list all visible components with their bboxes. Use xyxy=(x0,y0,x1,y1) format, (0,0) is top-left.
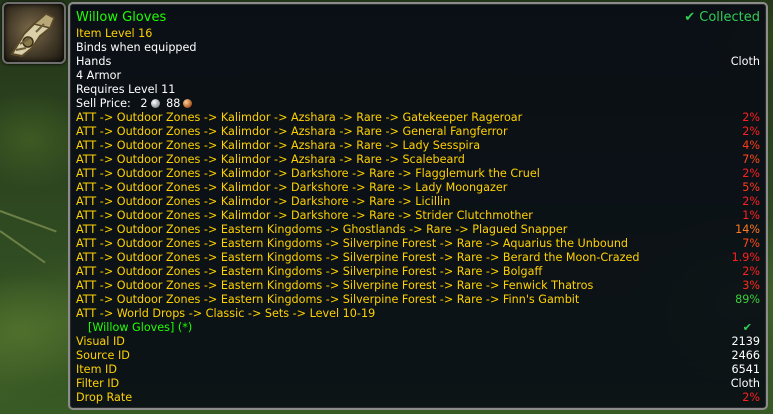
source-drop-chance: 2% xyxy=(742,111,760,124)
detail-label: Filter ID xyxy=(76,377,120,390)
source-path: ATT -> Outdoor Zones -> Kalimdor -> Azsh… xyxy=(76,111,523,124)
source-path: ATT -> World Drops -> Classic -> Sets ->… xyxy=(76,307,376,320)
binds-row: Binds when equipped xyxy=(76,41,760,55)
source-drop-chance: 7% xyxy=(742,153,760,166)
sell-price-label: Sell Price: xyxy=(76,97,131,110)
source-row: ATT -> Outdoor Zones -> Kalimdor -> Dark… xyxy=(76,209,760,223)
source-drop-chance: 1.9% xyxy=(731,251,760,264)
source-row: ATT -> Outdoor Zones -> Eastern Kingdoms… xyxy=(76,237,760,251)
source-row: ATT -> World Drops -> Classic -> Sets ->… xyxy=(76,307,760,321)
gauntlet-icon[interactable] xyxy=(2,2,66,64)
source-row: ATT -> Outdoor Zones -> Kalimdor -> Azsh… xyxy=(76,153,760,167)
source-drop-chance: 7% xyxy=(742,237,760,250)
detail-value: Cloth xyxy=(730,377,760,390)
item-level-row: Item Level 16 xyxy=(76,27,760,41)
sell-copper: 88 xyxy=(166,97,181,110)
source-path: ATT -> Outdoor Zones -> Kalimdor -> Azsh… xyxy=(76,125,508,138)
source-drop-chance: 14% xyxy=(735,223,760,236)
sell-price: Sell Price: 2 88 xyxy=(76,97,195,111)
source-path: ATT -> Outdoor Zones -> Eastern Kingdoms… xyxy=(76,293,580,306)
source-drop-chance: 89% xyxy=(735,293,760,306)
source-path: ATT -> Outdoor Zones -> Kalimdor -> Dark… xyxy=(76,195,451,208)
armor-type: Cloth xyxy=(730,55,760,68)
detail-row: Visual ID 2139 xyxy=(76,335,760,349)
silver-coin-icon xyxy=(150,99,160,108)
item-level: Item Level 16 xyxy=(76,27,153,40)
source-row: ATT -> Outdoor Zones -> Kalimdor -> Dark… xyxy=(76,195,760,209)
grass-foliage xyxy=(0,200,70,414)
source-drop-chance: 1% xyxy=(742,209,760,222)
source-row: ATT -> Outdoor Zones -> Eastern Kingdoms… xyxy=(76,251,760,265)
source-row: ATT -> Outdoor Zones -> Eastern Kingdoms… xyxy=(76,293,760,307)
item-name: Willow Gloves xyxy=(76,10,167,25)
set-row: [Willow Gloves] (*) ✔ xyxy=(76,321,760,335)
source-path: ATT -> Outdoor Zones -> Kalimdor -> Azsh… xyxy=(76,139,481,152)
source-drop-chance: 2% xyxy=(742,265,760,278)
set-collected-checkmark-icon: ✔ xyxy=(742,321,752,334)
requires-row: Requires Level 11 xyxy=(76,83,760,97)
detail-row: Drop Rate 2% xyxy=(76,391,760,405)
source-path: ATT -> Outdoor Zones -> Eastern Kingdoms… xyxy=(76,251,640,264)
source-row: ATT -> Outdoor Zones -> Kalimdor -> Azsh… xyxy=(76,111,760,125)
detail-label: Visual ID xyxy=(76,335,125,348)
detail-value: 2466 xyxy=(731,349,760,362)
sell-price-row: Sell Price: 2 88 xyxy=(76,97,760,111)
detail-label: Item ID xyxy=(76,363,117,376)
item-tooltip: Willow Gloves ✔ Collected Item Level 16 … xyxy=(68,2,768,410)
requires-text: Requires Level 11 xyxy=(76,83,176,96)
collected-status: ✔ Collected xyxy=(684,9,760,26)
set-link[interactable]: [Willow Gloves] (*) xyxy=(88,321,192,335)
source-path: ATT -> Outdoor Zones -> Kalimdor -> Azsh… xyxy=(76,153,465,166)
detail-row: Source ID 2466 xyxy=(76,349,760,363)
slot-row: Hands Cloth xyxy=(76,55,760,69)
detail-label: Source ID xyxy=(76,349,130,362)
source-drop-chance: 5% xyxy=(742,181,760,194)
detail-label: Drop Rate xyxy=(76,391,133,404)
tooltip-header: Willow Gloves ✔ Collected xyxy=(76,9,760,26)
armor-text: 4 Armor xyxy=(76,69,122,82)
source-row: ATT -> Outdoor Zones -> Kalimdor -> Dark… xyxy=(76,167,760,181)
source-path: ATT -> Outdoor Zones -> Eastern Kingdoms… xyxy=(76,279,594,292)
source-path: ATT -> Outdoor Zones -> Kalimdor -> Dark… xyxy=(76,167,540,180)
source-row: ATT -> Outdoor Zones -> Kalimdor -> Dark… xyxy=(76,181,760,195)
sell-silver: 2 xyxy=(140,97,148,110)
binds-text: Binds when equipped xyxy=(76,41,197,54)
source-row: ATT -> Outdoor Zones -> Kalimdor -> Azsh… xyxy=(76,125,760,139)
source-path: ATT -> Outdoor Zones -> Eastern Kingdoms… xyxy=(76,265,543,278)
source-drop-chance: 2% xyxy=(742,125,760,138)
detail-row: Filter ID Cloth xyxy=(76,377,760,391)
source-drop-chance: 2% xyxy=(742,195,760,208)
detail-row: Item ID 6541 xyxy=(76,363,760,377)
checkmark-icon: ✔ xyxy=(684,10,696,25)
source-path: ATT -> Outdoor Zones -> Kalimdor -> Dark… xyxy=(76,181,508,194)
source-path: ATT -> Outdoor Zones -> Eastern Kingdoms… xyxy=(76,223,568,236)
detail-value: 2139 xyxy=(731,335,760,348)
source-row: ATT -> Outdoor Zones -> Eastern Kingdoms… xyxy=(76,223,760,237)
armor-row: 4 Armor xyxy=(76,69,760,83)
slot-text: Hands xyxy=(76,55,112,68)
source-path: ATT -> Outdoor Zones -> Eastern Kingdoms… xyxy=(76,237,629,250)
detail-value: 6541 xyxy=(731,363,760,376)
source-path: ATT -> Outdoor Zones -> Kalimdor -> Dark… xyxy=(76,209,533,222)
source-row: ATT -> Outdoor Zones -> Eastern Kingdoms… xyxy=(76,279,760,293)
source-drop-chance: 4% xyxy=(742,139,760,152)
detail-value: 2% xyxy=(742,391,760,404)
copper-coin-icon xyxy=(183,99,193,108)
source-row: ATT -> Outdoor Zones -> Eastern Kingdoms… xyxy=(76,265,760,279)
collected-label: Collected xyxy=(699,10,760,25)
source-drop-chance: 2% xyxy=(742,167,760,180)
source-drop-chance: 3% xyxy=(742,279,760,292)
source-row: ATT -> Outdoor Zones -> Kalimdor -> Azsh… xyxy=(76,139,760,153)
